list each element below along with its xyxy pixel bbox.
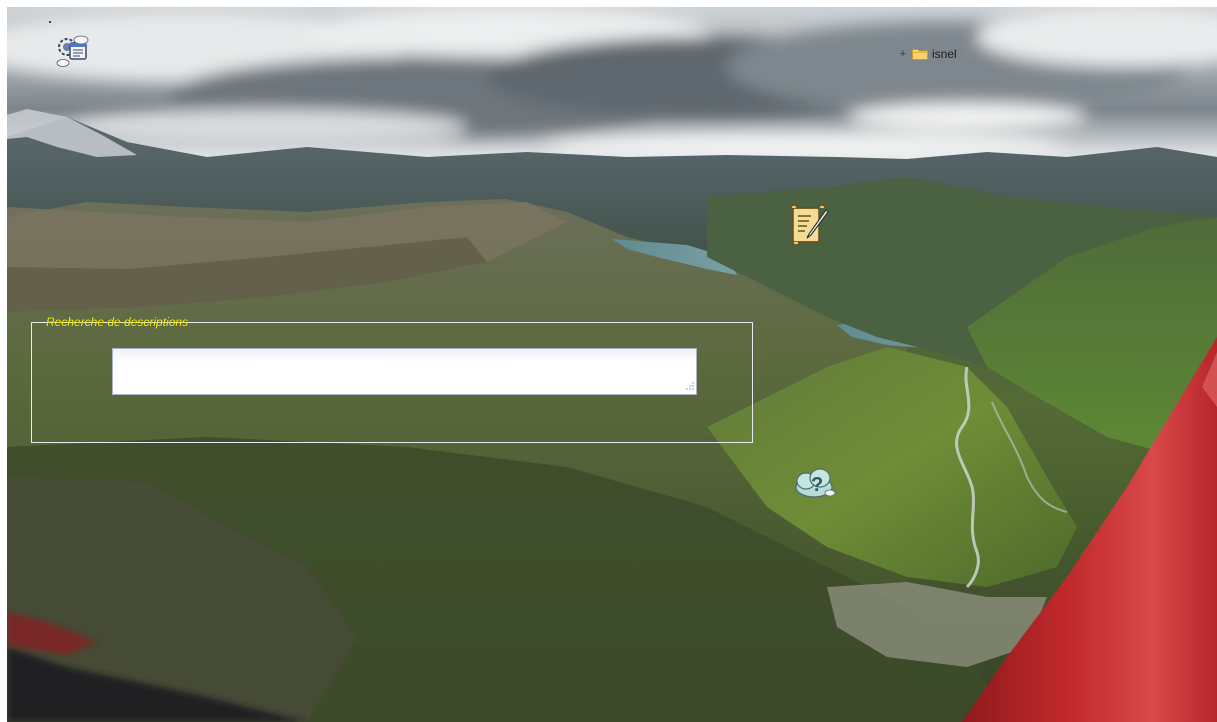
folder-tree-item[interactable]: + isnel xyxy=(898,47,957,61)
search-descriptions-textarea[interactable] xyxy=(112,348,697,395)
svg-text:?: ? xyxy=(811,474,823,496)
note-quill-icon[interactable] xyxy=(789,202,829,248)
help-cloud-icon[interactable]: ? xyxy=(792,465,836,501)
search-descriptions-fieldset: Recherche de descriptions xyxy=(31,315,753,443)
folder-label[interactable]: isnel xyxy=(932,47,957,61)
search-descriptions-legend: Recherche de descriptions xyxy=(46,315,189,329)
folder-icon xyxy=(912,49,928,60)
desktop-background: + isnel ? Recherche de descriptions xyxy=(7,7,1217,722)
weather-calendar-icon[interactable] xyxy=(55,33,93,69)
desktop-dot xyxy=(49,21,51,23)
resize-grip-icon[interactable] xyxy=(686,382,694,390)
plus-expander-icon[interactable]: + xyxy=(898,48,908,60)
